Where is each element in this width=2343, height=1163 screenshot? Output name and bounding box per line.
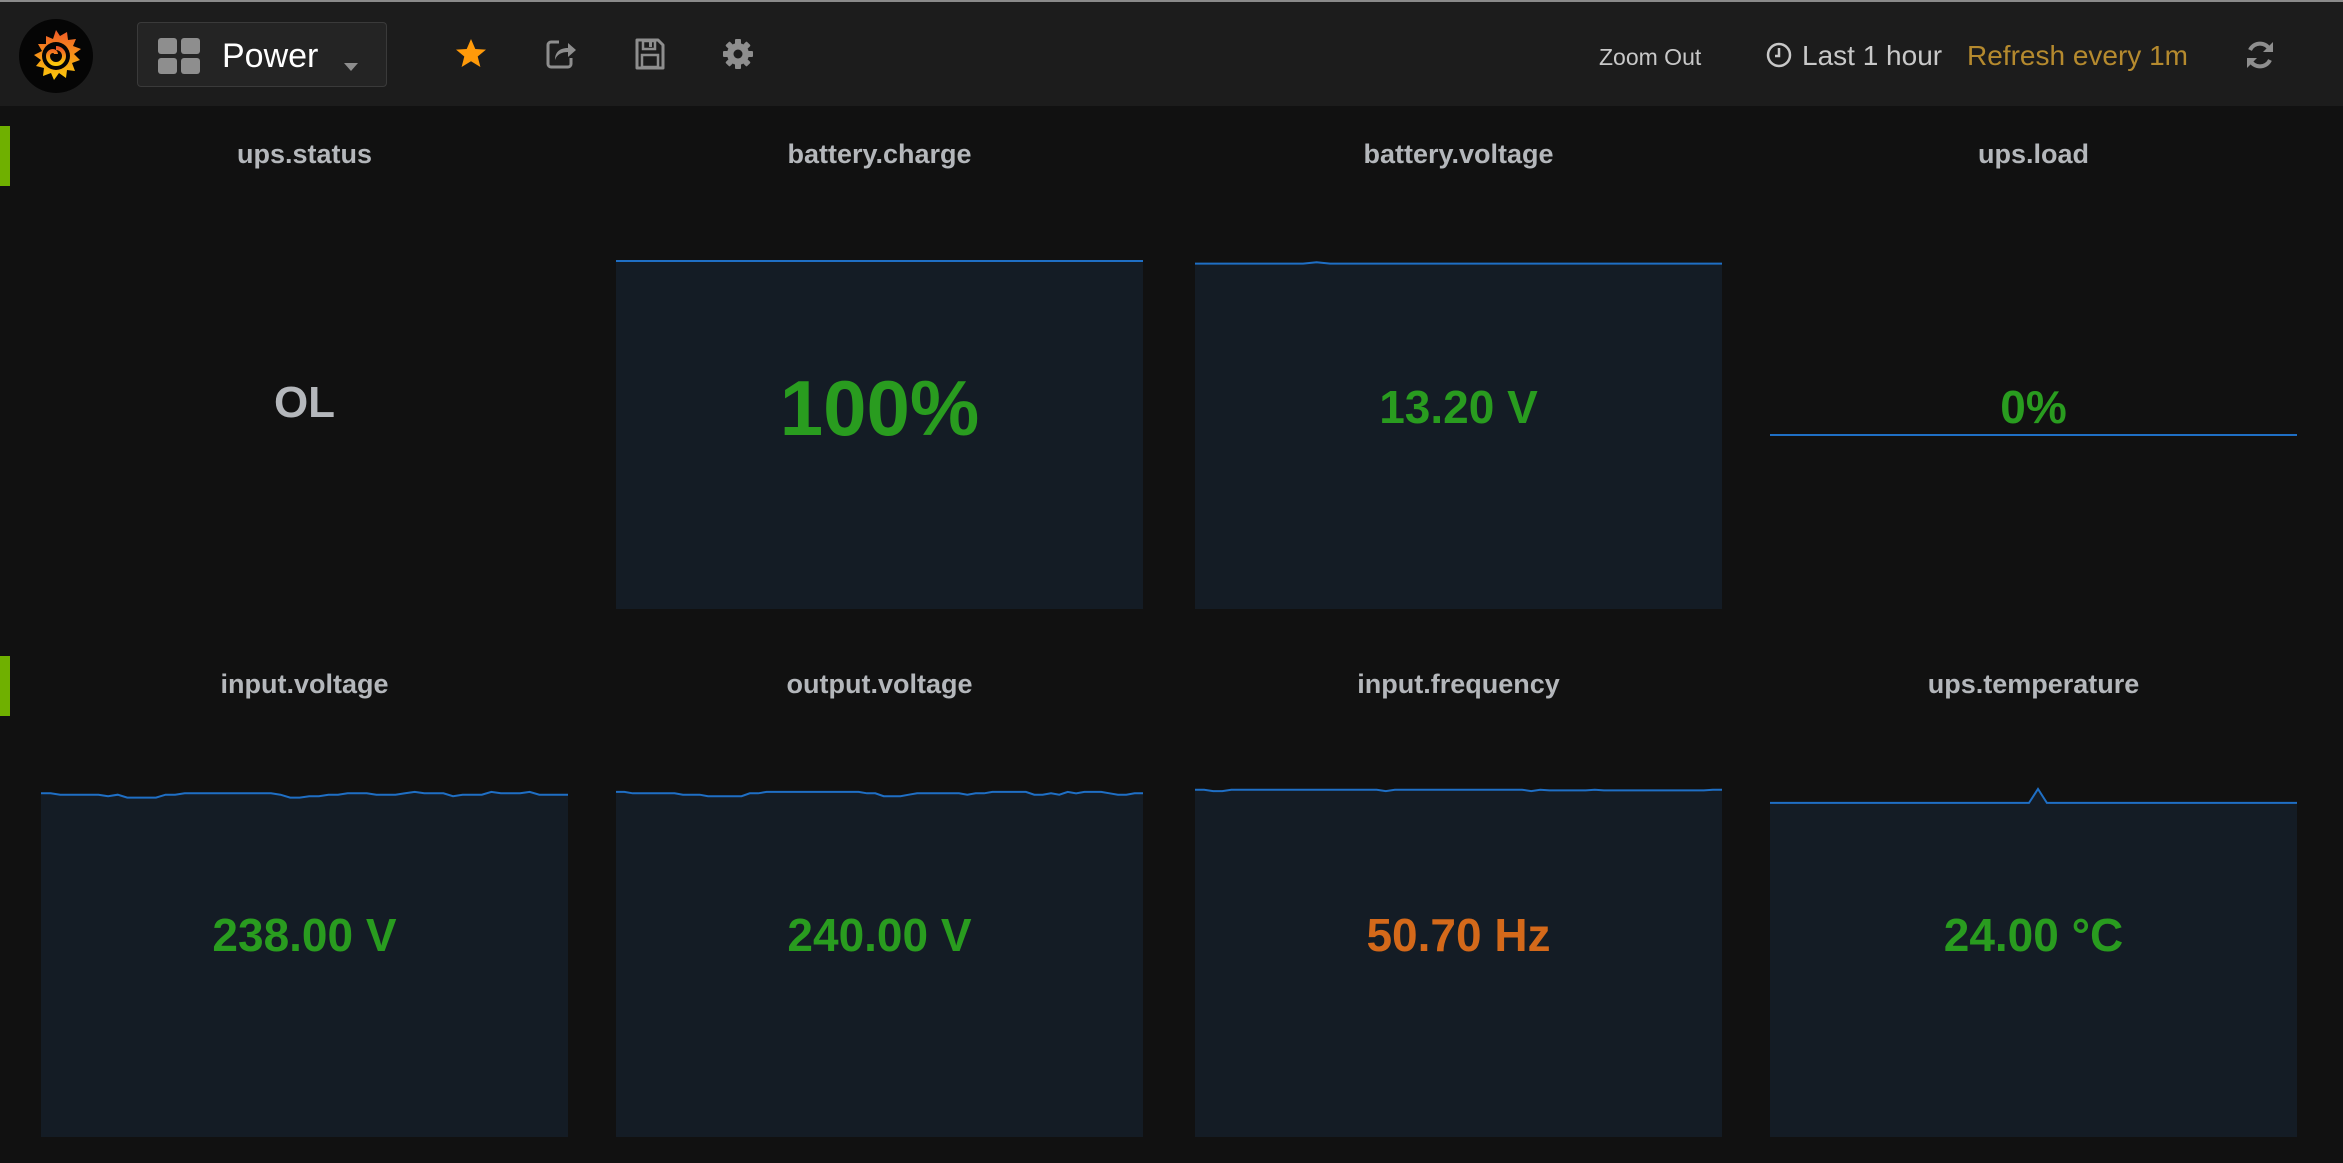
stat-value: 238.00 V xyxy=(212,909,397,961)
refresh-icon[interactable] xyxy=(2243,38,2277,72)
panel-ups-load: ups.load 0% xyxy=(1770,137,2297,607)
panel-title[interactable]: output.voltage xyxy=(616,667,1143,701)
panel-battery-charge: battery.charge 100% xyxy=(616,137,1143,609)
sparkline-area xyxy=(616,791,1143,1137)
row-1-collapse-handle[interactable] xyxy=(0,126,10,186)
sparkline-area xyxy=(1770,789,2297,1137)
sparkline-line xyxy=(1195,261,1722,265)
stat-value: 50.70 Hz xyxy=(1366,909,1551,961)
clock-icon xyxy=(1766,42,1792,68)
panel-title[interactable]: battery.charge xyxy=(616,137,1143,171)
panel-title[interactable]: input.frequency xyxy=(1195,667,1722,701)
panel-title[interactable]: ups.status xyxy=(41,137,568,171)
stat-value: 0% xyxy=(2000,381,2067,433)
stat-value: 100% xyxy=(779,364,980,452)
star-icon[interactable] xyxy=(453,36,489,72)
panel-title[interactable]: ups.temperature xyxy=(1770,667,2297,701)
sparkline-area xyxy=(41,791,568,1137)
gear-icon[interactable] xyxy=(720,36,756,72)
top-navbar: Power Zoom Out Last 1 hour Refresh every… xyxy=(0,2,2343,106)
panel-input-voltage: input.voltage 238.00 V xyxy=(41,667,568,1137)
panel-battery-voltage: battery.voltage 13.20 V xyxy=(1195,137,1722,609)
panel-input-frequency: input.frequency 50.70 Hz xyxy=(1195,667,1722,1137)
grafana-logo[interactable] xyxy=(18,18,94,94)
sparkline-area xyxy=(1195,789,1722,1137)
stat-value: 24.00 °C xyxy=(1943,909,2124,961)
stat-value: 240.00 V xyxy=(787,909,972,961)
share-icon[interactable] xyxy=(543,36,579,72)
refresh-interval-picker[interactable]: Refresh every 1m xyxy=(1967,38,2188,74)
panel-title[interactable]: ups.load xyxy=(1770,137,2297,171)
panel-ups-status: ups.status OL xyxy=(41,137,568,607)
dashboard-grid-icon xyxy=(158,38,202,74)
time-range-label: Last 1 hour xyxy=(1802,40,1943,71)
panel-title[interactable]: input.voltage xyxy=(41,667,568,701)
zoom-out-button[interactable]: Zoom Out xyxy=(1599,40,1701,74)
chevron-down-icon xyxy=(344,63,358,71)
panel-title[interactable]: battery.voltage xyxy=(1195,137,1722,171)
save-icon[interactable] xyxy=(632,36,668,72)
stat-value: 13.20 V xyxy=(1379,381,1538,433)
row-2-collapse-handle[interactable] xyxy=(0,656,10,716)
dashboard-picker[interactable]: Power xyxy=(137,22,387,87)
panel-output-voltage: output.voltage 240.00 V xyxy=(616,667,1143,1137)
sparkline-area xyxy=(1195,262,1722,609)
stat-value: OL xyxy=(273,378,336,427)
panel-ups-temperature: ups.temperature 24.00 °C xyxy=(1770,667,2297,1137)
dashboard-title: Power xyxy=(222,37,319,75)
